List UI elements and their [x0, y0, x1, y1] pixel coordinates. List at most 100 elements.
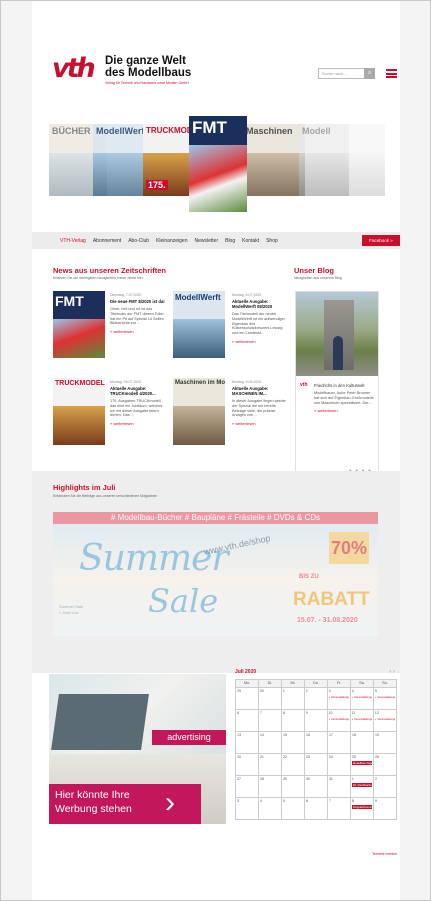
day-number: 5	[374, 689, 377, 693]
calendar-day[interactable]: 2	[304, 688, 328, 710]
calendar-day[interactable]: 7	[327, 798, 351, 820]
calendar-event-link[interactable]: + Veranstaltungen	[375, 717, 395, 721]
read-more-link[interactable]: » weiterlesen	[110, 421, 167, 426]
calendar-day[interactable]: 11 + Veranstaltungen	[350, 710, 374, 732]
calendar-day[interactable]: 19	[374, 732, 397, 754]
calendar-day[interactable]: 31	[327, 776, 351, 798]
calendar-day[interactable]: 12 + Veranstaltungen	[373, 710, 397, 732]
calendar-day[interactable]: 22	[281, 754, 305, 776]
calendar-day[interactable]: 8 Flugplatzfest aus...	[350, 798, 375, 820]
calendar-day[interactable]: 7	[258, 710, 282, 732]
calendar-event[interactable]: Flugplatzfest aus...	[351, 805, 373, 809]
read-more-link[interactable]: » weiterlesen	[232, 339, 289, 344]
magazine-cover[interactable]: TRUCKMODELL 175.	[143, 124, 195, 196]
calendar-event[interactable]: Modellbau-Tage	[351, 761, 373, 765]
calendar-day[interactable]: 30	[258, 688, 282, 710]
read-more-link[interactable]: » weiterlesen	[314, 408, 376, 413]
news-cover-fmt[interactable]: FMT	[53, 291, 105, 358]
calendar-event[interactable]: 40. Fischbacher Bahn...	[351, 783, 373, 787]
calendar-day[interactable]: 20	[236, 754, 259, 776]
news-item: Dienstag, 7.07.2020 Die neue FMT 8/2020 …	[110, 293, 167, 334]
nav-item-shop[interactable]: Shop	[266, 238, 278, 244]
magazine-cover[interactable]	[345, 124, 385, 196]
calendar-nav-arrows[interactable]: ‹ ›	[389, 669, 395, 675]
vth-logo[interactable]: vth	[52, 55, 100, 83]
calendar-day[interactable]: 24	[327, 754, 351, 776]
advertising-label: advertising	[152, 730, 226, 745]
calendar-day[interactable]: 3 + Veranstaltungen	[327, 688, 351, 710]
nav-item-kontakt[interactable]: Kontakt	[242, 238, 259, 244]
read-more-link[interactable]: » weiterlesen	[232, 421, 289, 426]
news-headline[interactable]: Aktuelle Ausgabe: ModellWerft 08/2020	[232, 299, 289, 309]
calendar-day[interactable]: 13	[236, 732, 259, 754]
calendar-day[interactable]: 6	[304, 798, 328, 820]
calendar-day[interactable]: 4	[258, 798, 282, 820]
calendar-day[interactable]: 16	[305, 732, 328, 754]
calendar-day[interactable]: 5	[281, 798, 305, 820]
news-cover-modellwerft[interactable]: ModellWerft	[173, 291, 225, 358]
nav-item-newsletter[interactable]: Newsletter	[194, 238, 218, 244]
calendar-day[interactable]: 30	[304, 776, 328, 798]
day-number: 31	[328, 777, 333, 781]
calendar-day[interactable]: 28	[258, 776, 282, 798]
search-button[interactable]: ⌕	[364, 68, 375, 79]
nav-item-abonnement[interactable]: Abonnement	[93, 238, 121, 244]
search-input[interactable]: Suche nach...	[318, 68, 366, 79]
nav-item-abo-club[interactable]: Abo-Club	[128, 238, 149, 244]
news-headline[interactable]: Aktuelle Ausgabe: TRUCKmodell 4/2020...	[110, 386, 167, 396]
news-headline[interactable]: Aktuelle Ausgabe: MASCHINEN IM...	[232, 386, 289, 396]
submit-event-link[interactable]: Termine melden	[372, 852, 397, 856]
hamburger-menu-icon[interactable]	[386, 69, 397, 78]
news-cover-maschinen[interactable]: Maschinen im Modellbau	[173, 378, 225, 445]
calendar-day[interactable]: 17	[328, 732, 351, 754]
calendar-day[interactable]: 9	[304, 710, 328, 732]
calendar-day[interactable]: 14	[259, 732, 282, 754]
calendar-day[interactable]: 18	[351, 732, 374, 754]
calendar-event-link[interactable]: + Veranstaltungen	[352, 695, 372, 699]
day-number: 24	[328, 755, 333, 759]
calendar-day[interactable]: 25 Modellbau-Tage	[350, 754, 375, 776]
calendar-day[interactable]: 23	[304, 754, 328, 776]
calendar-day[interactable]: 4 + Veranstaltungen	[350, 688, 374, 710]
calendar-day[interactable]: 2	[374, 776, 398, 798]
calendar-day[interactable]: 3	[236, 798, 259, 820]
calendar-day[interactable]: 1	[281, 688, 305, 710]
calendar-event-link[interactable]: + Veranstaltungen	[352, 717, 372, 721]
advertising-box[interactable]: advertising Hier könnte Ihre Werbung ste…	[49, 674, 226, 824]
calendar-day[interactable]: 10 + Veranstaltungen	[327, 710, 351, 732]
news-headline[interactable]: Die neue FMT 8/2020 ist da!	[110, 299, 167, 304]
calendar-event-link[interactable]: + Veranstaltungen	[329, 695, 349, 699]
cover-title: ModellWerft	[175, 293, 221, 302]
facebook-button[interactable]: Facebook »	[362, 235, 400, 246]
magazine-cover-featured[interactable]: FMT	[189, 116, 247, 212]
calendar-day[interactable]: 26	[374, 754, 398, 776]
calendar-day[interactable]: 21	[258, 754, 282, 776]
calendar-day[interactable]: 29	[281, 776, 305, 798]
banner-bis-zu: BIS ZU	[299, 574, 319, 580]
calendar-day[interactable]: 9	[374, 798, 398, 820]
blog-card[interactable]: vth Friedrichs in den Kulturwelt Modellb…	[295, 291, 379, 481]
magazine-cover[interactable]: Modell	[299, 124, 349, 196]
summer-sale-banner[interactable]: # Modellbau-Bücher # Baupläne # Frästeil…	[53, 512, 378, 636]
ad-message[interactable]: Hier könnte Ihre Werbung stehen ›	[49, 784, 201, 824]
calendar-day[interactable]: 8	[281, 710, 305, 732]
blog-headline[interactable]: Friedrichs in den Kulturwelt	[314, 383, 376, 388]
calendar-day[interactable]: 1 40. Fischbacher Bahn...	[350, 776, 375, 798]
magazine-cover[interactable]: Maschinen	[243, 124, 305, 196]
calendar-event-link[interactable]: + Veranstaltungen	[329, 717, 349, 721]
calendar-day[interactable]: 5 + Veranstaltungen	[373, 688, 397, 710]
magazine-slider[interactable]: BÜCHER ModellWerft TRUCKMODELL 175. FMT …	[49, 116, 385, 212]
calendar-day[interactable]: 6	[236, 710, 259, 732]
calendar-day[interactable]: 29	[236, 688, 259, 710]
day-number: 1	[282, 689, 285, 693]
nav-item-vth-verlag[interactable]: VTH-Verlag	[60, 238, 86, 244]
news-date: Montag, 6.07.2020	[232, 293, 262, 297]
read-more-link[interactable]: » weiterlesen	[110, 329, 167, 334]
news-cover-truckmodell[interactable]: TRUCKMODELL	[53, 378, 105, 445]
calendar-day[interactable]: 15	[282, 732, 305, 754]
calendar-day[interactable]: 27	[236, 776, 259, 798]
nav-item-kleinanzeigen[interactable]: Kleinanzeigen	[156, 238, 187, 244]
calendar-event-link[interactable]: + Veranstaltungen	[375, 695, 395, 699]
nav-item-blog[interactable]: Blog	[225, 238, 235, 244]
brand-name[interactable]: Die ganze Welt des Modellbaus Verlag für…	[105, 55, 225, 85]
